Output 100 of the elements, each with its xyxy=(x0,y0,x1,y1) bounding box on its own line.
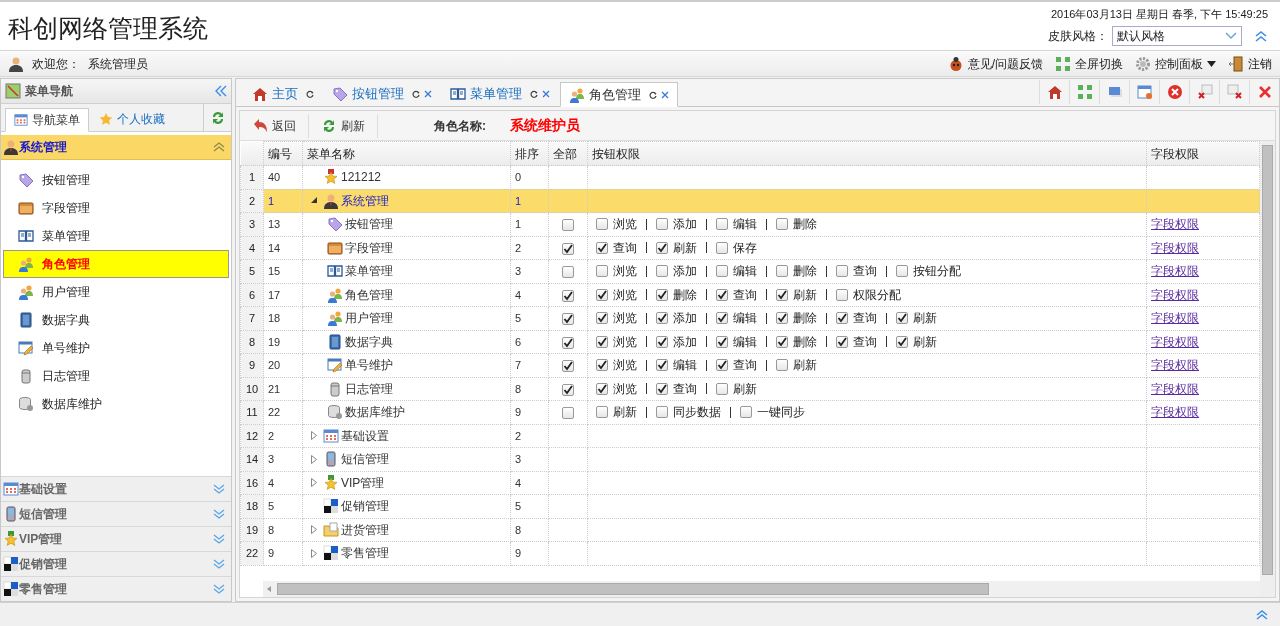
accordion-header[interactable]: 基础设置 xyxy=(1,476,231,501)
table-row[interactable]: 11 22 数据库维护 9 刷新 同步数据 一键同步 字段权限 xyxy=(240,400,1260,424)
table-row[interactable]: 6 17 角色管理 4 浏览 删除 查询 刷新 权限分配 字段权限 xyxy=(240,283,1260,307)
menu-item[interactable]: 数据库维护 xyxy=(3,390,229,418)
accordion-header[interactable]: 系统管理 xyxy=(1,135,231,160)
page-tab[interactable]: 按钮管理 xyxy=(324,81,440,106)
checkbox[interactable] xyxy=(562,336,574,349)
menu-item[interactable]: 单号维护 xyxy=(3,334,229,362)
checkbox[interactable] xyxy=(656,288,668,301)
list-window-icon[interactable] xyxy=(1136,84,1153,100)
column-header[interactable]: 全部 xyxy=(548,141,588,166)
checkbox[interactable] xyxy=(656,312,668,325)
checkbox[interactable] xyxy=(836,335,848,348)
close-icon[interactable] xyxy=(661,90,669,99)
checkbox[interactable] xyxy=(896,335,908,348)
collapsed-triangle-icon[interactable] xyxy=(311,525,317,535)
close-icon[interactable] xyxy=(542,89,550,98)
checkbox[interactable] xyxy=(656,265,668,278)
checkbox[interactable] xyxy=(896,312,908,325)
skin-select[interactable]: 默认风格 xyxy=(1112,25,1242,46)
checkbox[interactable] xyxy=(596,382,608,395)
checkbox[interactable] xyxy=(716,312,728,325)
accordion-header[interactable]: 促销管理 xyxy=(1,551,231,576)
sidebar-tab[interactable]: 个人收藏 xyxy=(91,107,173,131)
collapse-up-icon[interactable] xyxy=(1254,29,1268,42)
reload-icon[interactable] xyxy=(649,90,657,99)
checkbox[interactable] xyxy=(596,265,608,278)
checkbox[interactable] xyxy=(562,383,574,396)
scrollbar-thumb[interactable] xyxy=(277,583,989,595)
checkbox[interactable] xyxy=(776,359,788,372)
checkbox[interactable] xyxy=(562,219,574,232)
checkbox[interactable] xyxy=(562,313,574,326)
table-row[interactable]: 5 15 菜单管理 3 浏览 添加 编辑 删除 查询 按钮分配 字段权限 xyxy=(240,259,1260,283)
menu-item[interactable]: 按钮管理 xyxy=(3,166,229,194)
checkbox[interactable] xyxy=(562,266,574,279)
toolbar-link[interactable]: 意见/问题反馈 xyxy=(947,54,1043,73)
checkbox[interactable] xyxy=(562,289,574,302)
page-tab[interactable]: 菜单管理 xyxy=(442,81,558,106)
checkbox[interactable] xyxy=(716,382,728,395)
fullscreen-icon[interactable] xyxy=(1076,84,1093,100)
menu-item[interactable]: 菜单管理 xyxy=(3,222,229,250)
checkbox[interactable] xyxy=(596,288,608,301)
checkbox[interactable] xyxy=(836,288,848,301)
column-header[interactable]: 字段权限 xyxy=(1146,141,1260,166)
toolbar-link[interactable]: 注销 xyxy=(1228,54,1272,73)
page-tab[interactable]: 主页 xyxy=(244,81,322,106)
checkbox[interactable] xyxy=(776,218,788,231)
reload-icon[interactable] xyxy=(306,89,314,98)
checkbox[interactable] xyxy=(596,406,608,419)
checkbox[interactable] xyxy=(596,312,608,325)
checkbox[interactable] xyxy=(562,360,574,373)
collapsed-triangle-icon[interactable] xyxy=(311,478,317,488)
accordion-header[interactable]: 零售管理 xyxy=(1,576,231,601)
checkbox[interactable] xyxy=(716,218,728,231)
checkbox[interactable] xyxy=(596,359,608,372)
checkbox[interactable] xyxy=(562,407,574,420)
expanded-triangle-icon[interactable] xyxy=(311,197,318,205)
scrollbar-thumb[interactable] xyxy=(1262,145,1273,575)
checkbox[interactable] xyxy=(716,288,728,301)
checkbox[interactable] xyxy=(776,288,788,301)
table-row[interactable]: 14 3 短信管理 3 xyxy=(240,447,1260,471)
table-row[interactable]: 2 1 系统管理 1 xyxy=(240,189,1260,213)
reload-icon[interactable] xyxy=(412,89,420,98)
table-row[interactable]: 7 18 用户管理 5 浏览 添加 编辑 删除 查询 刷新 字段权限 xyxy=(240,306,1260,330)
vertical-scrollbar[interactable] xyxy=(1260,141,1275,597)
checkbox[interactable] xyxy=(596,218,608,231)
toolbar-button[interactable]: 刷新 xyxy=(317,113,378,138)
checkbox[interactable] xyxy=(596,335,608,348)
menu-item[interactable]: 角色管理 xyxy=(3,250,229,278)
checkbox[interactable] xyxy=(656,382,668,395)
toolbar-link[interactable]: 控制面板 xyxy=(1135,54,1216,73)
horizontal-scrollbar[interactable] xyxy=(263,581,1260,597)
scroll-to-top-icon[interactable] xyxy=(1256,609,1268,620)
checkbox[interactable] xyxy=(776,312,788,325)
close-all-icon[interactable] xyxy=(1256,84,1273,100)
sidebar-tab[interactable]: 导航菜单 xyxy=(5,108,89,132)
table-row[interactable]: 1 40 121212 0 xyxy=(240,165,1260,189)
window-icon[interactable] xyxy=(1106,84,1123,100)
close-right-icon[interactable] xyxy=(1226,84,1243,100)
checkbox[interactable] xyxy=(716,265,728,278)
checkbox[interactable] xyxy=(776,335,788,348)
collapsed-triangle-icon[interactable] xyxy=(311,454,317,464)
collapsed-triangle-icon[interactable] xyxy=(311,548,317,558)
checkbox[interactable] xyxy=(596,241,608,254)
checkbox[interactable] xyxy=(740,406,752,419)
table-row[interactable]: 22 9 零售管理 9 xyxy=(240,541,1260,565)
checkbox[interactable] xyxy=(776,265,788,278)
table-row[interactable]: 10 21 日志管理 8 浏览 查询 刷新 字段权限 xyxy=(240,377,1260,401)
checkbox[interactable] xyxy=(716,241,728,254)
column-header[interactable]: 编号 xyxy=(263,141,303,166)
accordion-header[interactable]: 短信管理 xyxy=(1,501,231,526)
checkbox[interactable] xyxy=(716,335,728,348)
checkbox[interactable] xyxy=(562,242,574,255)
close-icon[interactable] xyxy=(424,89,432,98)
table-row[interactable]: 9 20 单号维护 7 浏览 编辑 查询 刷新 字段权限 xyxy=(240,353,1260,377)
table-row[interactable]: 8 19 数据字典 6 浏览 添加 编辑 删除 查询 刷新 字段权限 xyxy=(240,330,1260,354)
checkbox[interactable] xyxy=(836,265,848,278)
table-row[interactable]: 18 5 促销管理 5 xyxy=(240,494,1260,518)
table-row[interactable]: 12 2 基础设置 2 xyxy=(240,424,1260,448)
accordion-header[interactable]: VIP管理 xyxy=(1,526,231,551)
